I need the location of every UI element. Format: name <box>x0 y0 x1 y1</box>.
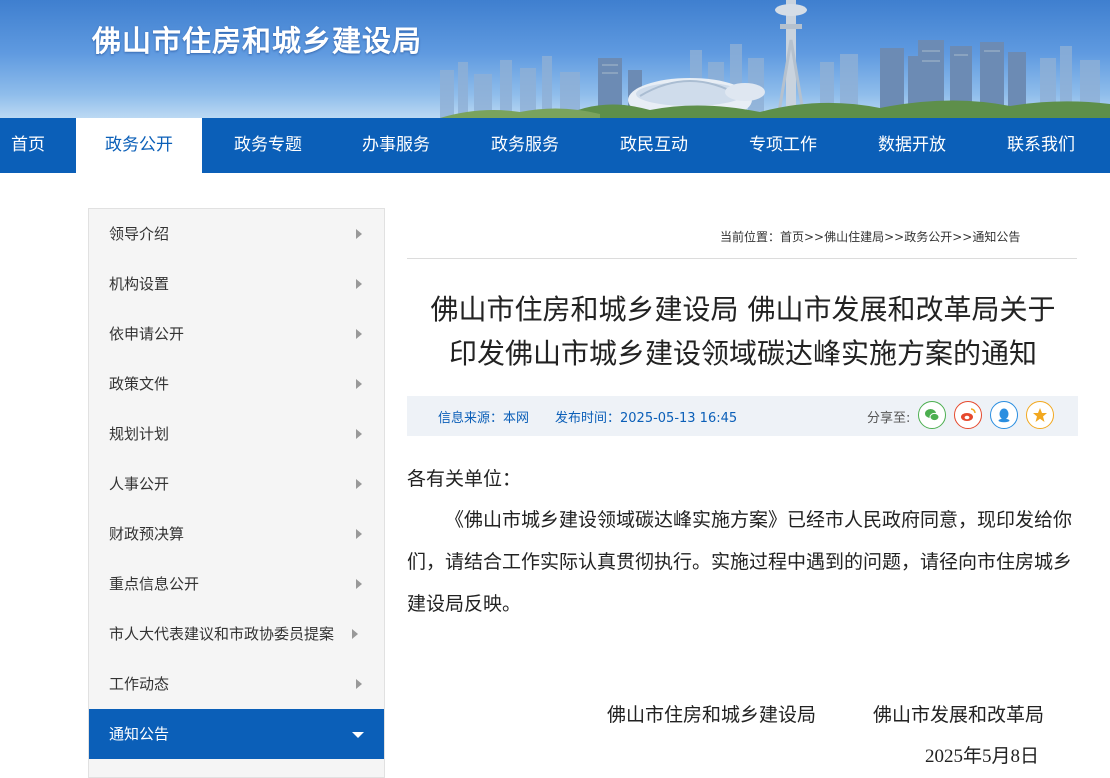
chevron-right-icon <box>356 229 362 239</box>
nav-item-government-affairs-disclosure[interactable]: 政务公开 <box>76 118 202 173</box>
sidebar-item-proposals[interactable]: 市人大代表建议和市政协委员提案 <box>89 609 384 659</box>
nav-item-special-topics[interactable]: 政务专题 <box>213 118 323 173</box>
sidebar-item-label: 工作动态 <box>109 675 170 693</box>
nav-item-government-services[interactable]: 政务服务 <box>470 118 580 173</box>
nav-item-contact-us[interactable]: 联系我们 <box>986 118 1096 173</box>
nav-item-interaction[interactable]: 政民互动 <box>599 118 709 173</box>
header-banner: 佛山市住房和城乡建设局 <box>0 0 1110 118</box>
weibo-icon[interactable] <box>954 401 982 429</box>
sidebar-item-label: 重点信息公开 <box>109 575 200 593</box>
sidebar-item-policy-documents[interactable]: 政策文件 <box>89 359 384 409</box>
article-body-paragraph: 《佛山市城乡建设领域碳达峰实施方案》已经市人民政府同意，现印发给你们，请结合工作… <box>407 499 1079 625</box>
article-title: 佛山市住房和城乡建设局 佛山市发展和改革局关于 印发佛山市城乡建设领域碳达峰实施… <box>407 288 1079 376</box>
chevron-right-icon <box>356 429 362 439</box>
sidebar-item-label: 规划计划 <box>109 425 170 443</box>
qzone-icon[interactable] <box>1026 401 1054 429</box>
signing-date: 2025年5月8日 <box>925 746 1040 767</box>
chevron-right-icon <box>356 279 362 289</box>
salutation: 各有关单位： <box>407 468 522 490</box>
signatory-housing-bureau: 佛山市住房和城乡建设局 <box>607 705 817 726</box>
nav-item-open-data[interactable]: 数据开放 <box>857 118 967 173</box>
chevron-right-icon <box>356 329 362 339</box>
signatory-development-bureau: 佛山市发展和改革局 <box>873 705 1045 726</box>
sidebar-item-key-information[interactable]: 重点信息公开 <box>89 559 384 609</box>
divider <box>407 258 1077 259</box>
sidebar: 领导介绍 机构设置 依申请公开 政策文件 规划计划 人事公开 财政预决算 重点信… <box>88 208 385 778</box>
article-body-text: 《佛山市城乡建设领域碳达峰实施方案》已经市人民政府同意，现印发给你们，请结合工作… <box>407 509 1073 615</box>
share-label: 分享至: <box>867 411 911 426</box>
sidebar-item-label: 机构设置 <box>109 275 170 293</box>
sidebar-item-organization[interactable]: 机构设置 <box>89 259 384 309</box>
sidebar-item-label: 领导介绍 <box>109 225 170 243</box>
wechat-icon[interactable] <box>918 401 946 429</box>
sidebar-item-label: 通知公告 <box>109 725 170 743</box>
chevron-right-icon <box>356 479 362 489</box>
info-source: 信息来源：本网 <box>438 411 530 426</box>
sidebar-item-request-disclosure[interactable]: 依申请公开 <box>89 309 384 359</box>
sidebar-item-notices[interactable]: 通知公告 <box>89 709 384 759</box>
nav-item-home[interactable]: 首页 <box>0 118 56 173</box>
chevron-right-icon <box>352 629 358 639</box>
nav-item-services[interactable]: 办事服务 <box>341 118 451 173</box>
chevron-right-icon <box>356 529 362 539</box>
sidebar-item-label: 政策文件 <box>109 375 170 393</box>
chevron-right-icon <box>356 579 362 589</box>
breadcrumb[interactable]: 当前位置：首页>>佛山住建局>>政务公开>>通知公告 <box>720 228 1020 245</box>
article-title-line-1: 佛山市住房和城乡建设局 佛山市发展和改革局关于 <box>430 293 1056 326</box>
nav-item-special-work[interactable]: 专项工作 <box>728 118 838 173</box>
site-title[interactable]: 佛山市住房和城乡建设局 <box>92 18 422 60</box>
chevron-right-icon <box>356 679 362 689</box>
sidebar-item-label: 人事公开 <box>109 475 170 493</box>
sidebar-item-work-news[interactable]: 工作动态 <box>89 659 384 709</box>
qq-icon[interactable] <box>990 401 1018 429</box>
article-meta-bar: 信息来源：本网 发布时间：2025-05-13 16:45 分享至: <box>407 396 1078 436</box>
publish-time: 发布时间：2025-05-13 16:45 <box>555 411 738 426</box>
sidebar-item-label: 依申请公开 <box>109 325 185 343</box>
sidebar-item-label: 财政预决算 <box>109 525 185 543</box>
main-nav: 首页 政务公开 政务专题 办事服务 政务服务 政民互动 专项工作 数据开放 联系… <box>0 118 1110 173</box>
sidebar-item-planning[interactable]: 规划计划 <box>89 409 384 459</box>
sidebar-item-label: 市人大代表建议和市政协委员提案 <box>109 625 335 643</box>
sidebar-item-leaders[interactable]: 领导介绍 <box>89 209 384 259</box>
sidebar-item-personnel[interactable]: 人事公开 <box>89 459 384 509</box>
article-title-line-2: 印发佛山市城乡建设领域碳达峰实施方案的通知 <box>448 337 1037 370</box>
chevron-down-icon <box>352 732 364 738</box>
chevron-right-icon <box>356 379 362 389</box>
sidebar-item-budget[interactable]: 财政预决算 <box>89 509 384 559</box>
